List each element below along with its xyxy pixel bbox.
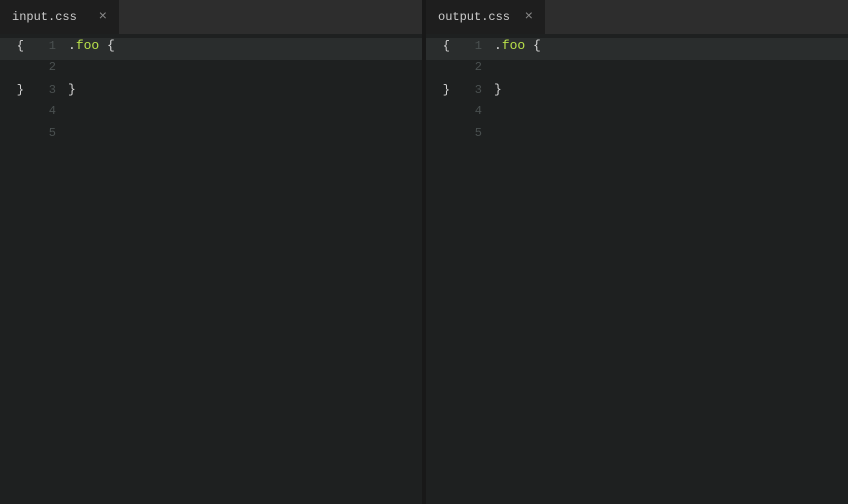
right-line-5: { 5	[426, 126, 848, 148]
left-line-5-number: 5	[32, 126, 64, 140]
left-pane: input.css × { 1 .foo { { 2 } 3 }	[0, 0, 426, 504]
right-line-4-number: 4	[458, 104, 490, 118]
right-tab-bar: output.css ×	[426, 0, 848, 34]
left-line-3-number: 3	[32, 83, 64, 97]
right-line-2-number: 2	[458, 60, 490, 74]
right-tab-label: output.css	[438, 10, 517, 24]
right-line-3: } 3 }	[426, 82, 848, 104]
left-line-1-number: 1	[32, 39, 64, 53]
right-line-4: { 4	[426, 104, 848, 126]
editor-container: input.css × { 1 .foo { { 2 } 3 }	[0, 0, 848, 504]
right-tab[interactable]: output.css ×	[426, 0, 546, 34]
right-line-1-content: .foo {	[490, 38, 541, 53]
right-tab-close-icon[interactable]: ×	[525, 10, 533, 24]
left-line-2-brace-placeholder: {	[0, 60, 32, 74]
left-tab[interactable]: input.css ×	[0, 0, 120, 34]
right-line-3-brace-close: }	[426, 83, 458, 97]
right-line-3-content: }	[490, 82, 502, 97]
left-line-5: { 5	[0, 126, 422, 148]
right-line-2-brace-placeholder: {	[426, 60, 458, 74]
right-pane: output.css × { 1 .foo { { 2 } 3 }	[426, 0, 848, 504]
left-line-3: } 3 }	[0, 82, 422, 104]
left-line-4-number: 4	[32, 104, 64, 118]
right-code-area[interactable]: { 1 .foo { { 2 } 3 } { 4	[426, 34, 848, 504]
left-line-4: { 4	[0, 104, 422, 126]
right-line-1-number: 1	[458, 39, 490, 53]
left-tab-rest	[120, 0, 422, 34]
left-code-area[interactable]: { 1 .foo { { 2 } 3 } { 4	[0, 34, 422, 504]
left-line-2-number: 2	[32, 60, 64, 74]
right-line-2: { 2	[426, 60, 848, 82]
left-line-3-brace-close: }	[0, 83, 32, 97]
right-line-5-number: 5	[458, 126, 490, 140]
left-line-1: { 1 .foo {	[0, 38, 422, 60]
left-line-5-brace-placeholder: {	[0, 126, 32, 140]
left-line-2: { 2	[0, 60, 422, 82]
right-line-5-brace-placeholder: {	[426, 126, 458, 140]
left-tab-bar: input.css ×	[0, 0, 422, 34]
right-line-1-brace-open: {	[426, 39, 458, 53]
left-line-3-content: }	[64, 82, 76, 97]
left-line-1-brace-open: {	[0, 39, 32, 53]
left-tab-label: input.css	[12, 10, 91, 24]
left-line-1-content: .foo {	[64, 38, 115, 53]
left-line-4-brace-placeholder: {	[0, 104, 32, 118]
left-tab-close-icon[interactable]: ×	[99, 10, 107, 24]
right-line-1: { 1 .foo {	[426, 38, 848, 60]
right-line-4-brace-placeholder: {	[426, 104, 458, 118]
right-tab-rest	[546, 0, 848, 34]
right-line-3-number: 3	[458, 83, 490, 97]
